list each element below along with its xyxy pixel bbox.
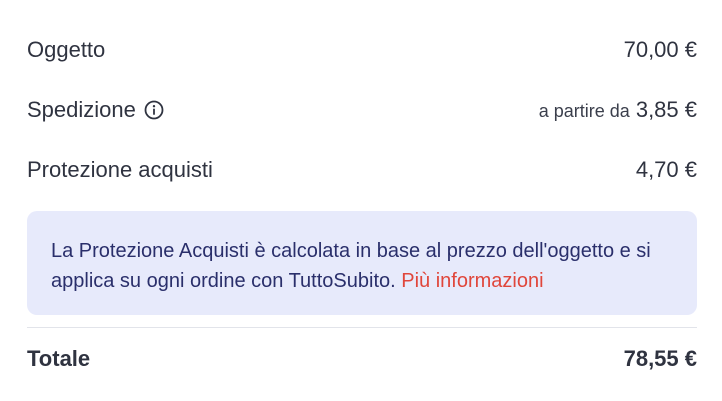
protection-price-row: Protezione acquisti 4,70 € — [27, 140, 697, 200]
shipping-label: Spedizione — [27, 97, 136, 122]
info-icon[interactable] — [144, 100, 164, 120]
protection-info-box: La Protezione Acquisti è calcolata in ba… — [27, 211, 697, 315]
item-label: Oggetto — [27, 37, 106, 62]
shipping-price: 3,85 € — [635, 97, 697, 122]
price-summary: Oggetto 70,00 € Spedizione a partire da … — [27, 20, 697, 390]
shipping-from-prefix: a partire da — [538, 101, 630, 121]
total-row: Totale 78,55 € — [27, 328, 697, 390]
protection-label: Protezione acquisti — [27, 157, 213, 182]
more-info-link[interactable]: Più informazioni — [401, 270, 543, 292]
total-price: 78,55 € — [623, 346, 697, 371]
item-price: 70,00 € — [623, 37, 697, 62]
protection-price: 4,70 € — [635, 157, 697, 182]
protection-info-text: La Protezione Acquisti è calcolata in ba… — [51, 240, 651, 292]
item-price-row: Oggetto 70,00 € — [27, 20, 697, 80]
total-label: Totale — [27, 346, 91, 371]
shipping-price-row: Spedizione a partire da 3,85 € — [27, 80, 697, 140]
